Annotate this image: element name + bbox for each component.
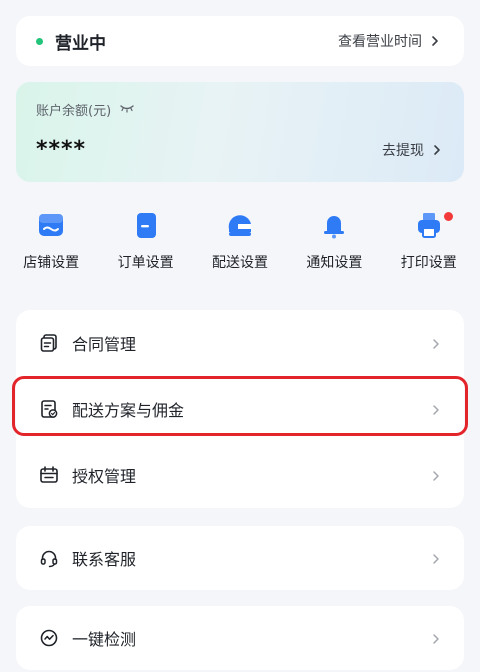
menu-item-one-click-check[interactable]: 一键检测 xyxy=(16,606,464,670)
menu-item-delivery-plan[interactable]: 配送方案与佣金 xyxy=(16,376,464,442)
chevron-right-icon xyxy=(428,34,442,48)
withdraw-label: 去提现 xyxy=(382,142,424,159)
bell-icon xyxy=(317,208,351,242)
balance-label: 账户余额(元) xyxy=(36,104,112,119)
authorization-icon xyxy=(38,464,60,486)
menu-group-management: 合同管理 配送方案与佣金 授权管理 xyxy=(16,310,464,508)
eye-closed-icon[interactable] xyxy=(119,102,135,117)
order-icon xyxy=(129,208,163,242)
chevron-right-icon xyxy=(430,336,442,350)
store-icon xyxy=(34,208,68,242)
chevron-right-icon xyxy=(430,402,442,416)
status-left: 营业中 xyxy=(36,29,106,54)
status-text: 营业中 xyxy=(55,33,106,54)
check-icon xyxy=(38,627,60,649)
order-settings-button[interactable]: 订单设置 xyxy=(100,208,192,288)
menu-item-contract[interactable]: 合同管理 xyxy=(16,310,464,376)
menu-item-authorization[interactable]: 授权管理 xyxy=(16,442,464,508)
contract-icon xyxy=(38,332,60,354)
view-hours-link[interactable]: 查看营业时间 xyxy=(338,31,442,51)
chevron-right-icon xyxy=(430,631,442,645)
delivery-plan-icon xyxy=(38,398,60,420)
menu-item-label: 合同管理 xyxy=(72,335,137,354)
menu-item-left: 一键检测 xyxy=(38,626,136,650)
menu-item-label: 联系客服 xyxy=(72,550,137,569)
view-hours-label: 查看营业时间 xyxy=(338,34,422,50)
print-settings-label: 打印设置 xyxy=(400,255,457,271)
menu-item-left: 配送方案与佣金 xyxy=(38,397,184,421)
menu-item-left: 授权管理 xyxy=(38,463,136,487)
menu-item-left: 联系客服 xyxy=(38,546,136,570)
new-badge-dot xyxy=(443,212,453,221)
menu-item-label: 一键检测 xyxy=(72,630,137,649)
balance-label-row: 账户余额(元) xyxy=(36,100,444,119)
notification-settings-button[interactable]: 通知设置 xyxy=(288,208,380,288)
printer-icon xyxy=(412,208,446,242)
delivery-helmet-icon xyxy=(223,208,257,242)
menu-item-label: 配送方案与佣金 xyxy=(72,401,185,420)
chevron-right-icon xyxy=(430,143,444,157)
account-balance-card: 账户余额(元) **** 去提现 xyxy=(16,82,464,182)
menu-item-left: 合同管理 xyxy=(38,331,136,355)
delivery-settings-label: 配送设置 xyxy=(211,255,268,271)
menu-group-support: 联系客服 xyxy=(16,526,464,590)
status-dot-icon xyxy=(36,37,43,45)
balance-row: **** 去提现 xyxy=(36,137,444,162)
chevron-right-icon xyxy=(430,551,442,565)
store-settings-label: 店铺设置 xyxy=(23,255,80,271)
withdraw-link[interactable]: 去提现 xyxy=(382,140,444,160)
headset-icon xyxy=(38,547,60,569)
store-settings-button[interactable]: 店铺设置 xyxy=(5,208,97,288)
print-settings-button[interactable]: 打印设置 xyxy=(383,208,475,288)
balance-value: **** xyxy=(36,137,87,162)
business-status-card[interactable]: 营业中 查看营业时间 xyxy=(16,16,464,66)
chevron-right-icon xyxy=(430,468,442,482)
quick-actions: 店铺设置 订单设置 配送设置 通知设置 打印设置 xyxy=(0,208,480,288)
delivery-settings-button[interactable]: 配送设置 xyxy=(194,208,286,288)
notification-settings-label: 通知设置 xyxy=(306,255,363,271)
menu-item-customer-service[interactable]: 联系客服 xyxy=(16,526,464,590)
order-settings-label: 订单设置 xyxy=(117,255,174,271)
menu-item-label: 授权管理 xyxy=(72,467,137,486)
menu-group-diagnostics: 一键检测 xyxy=(16,606,464,670)
